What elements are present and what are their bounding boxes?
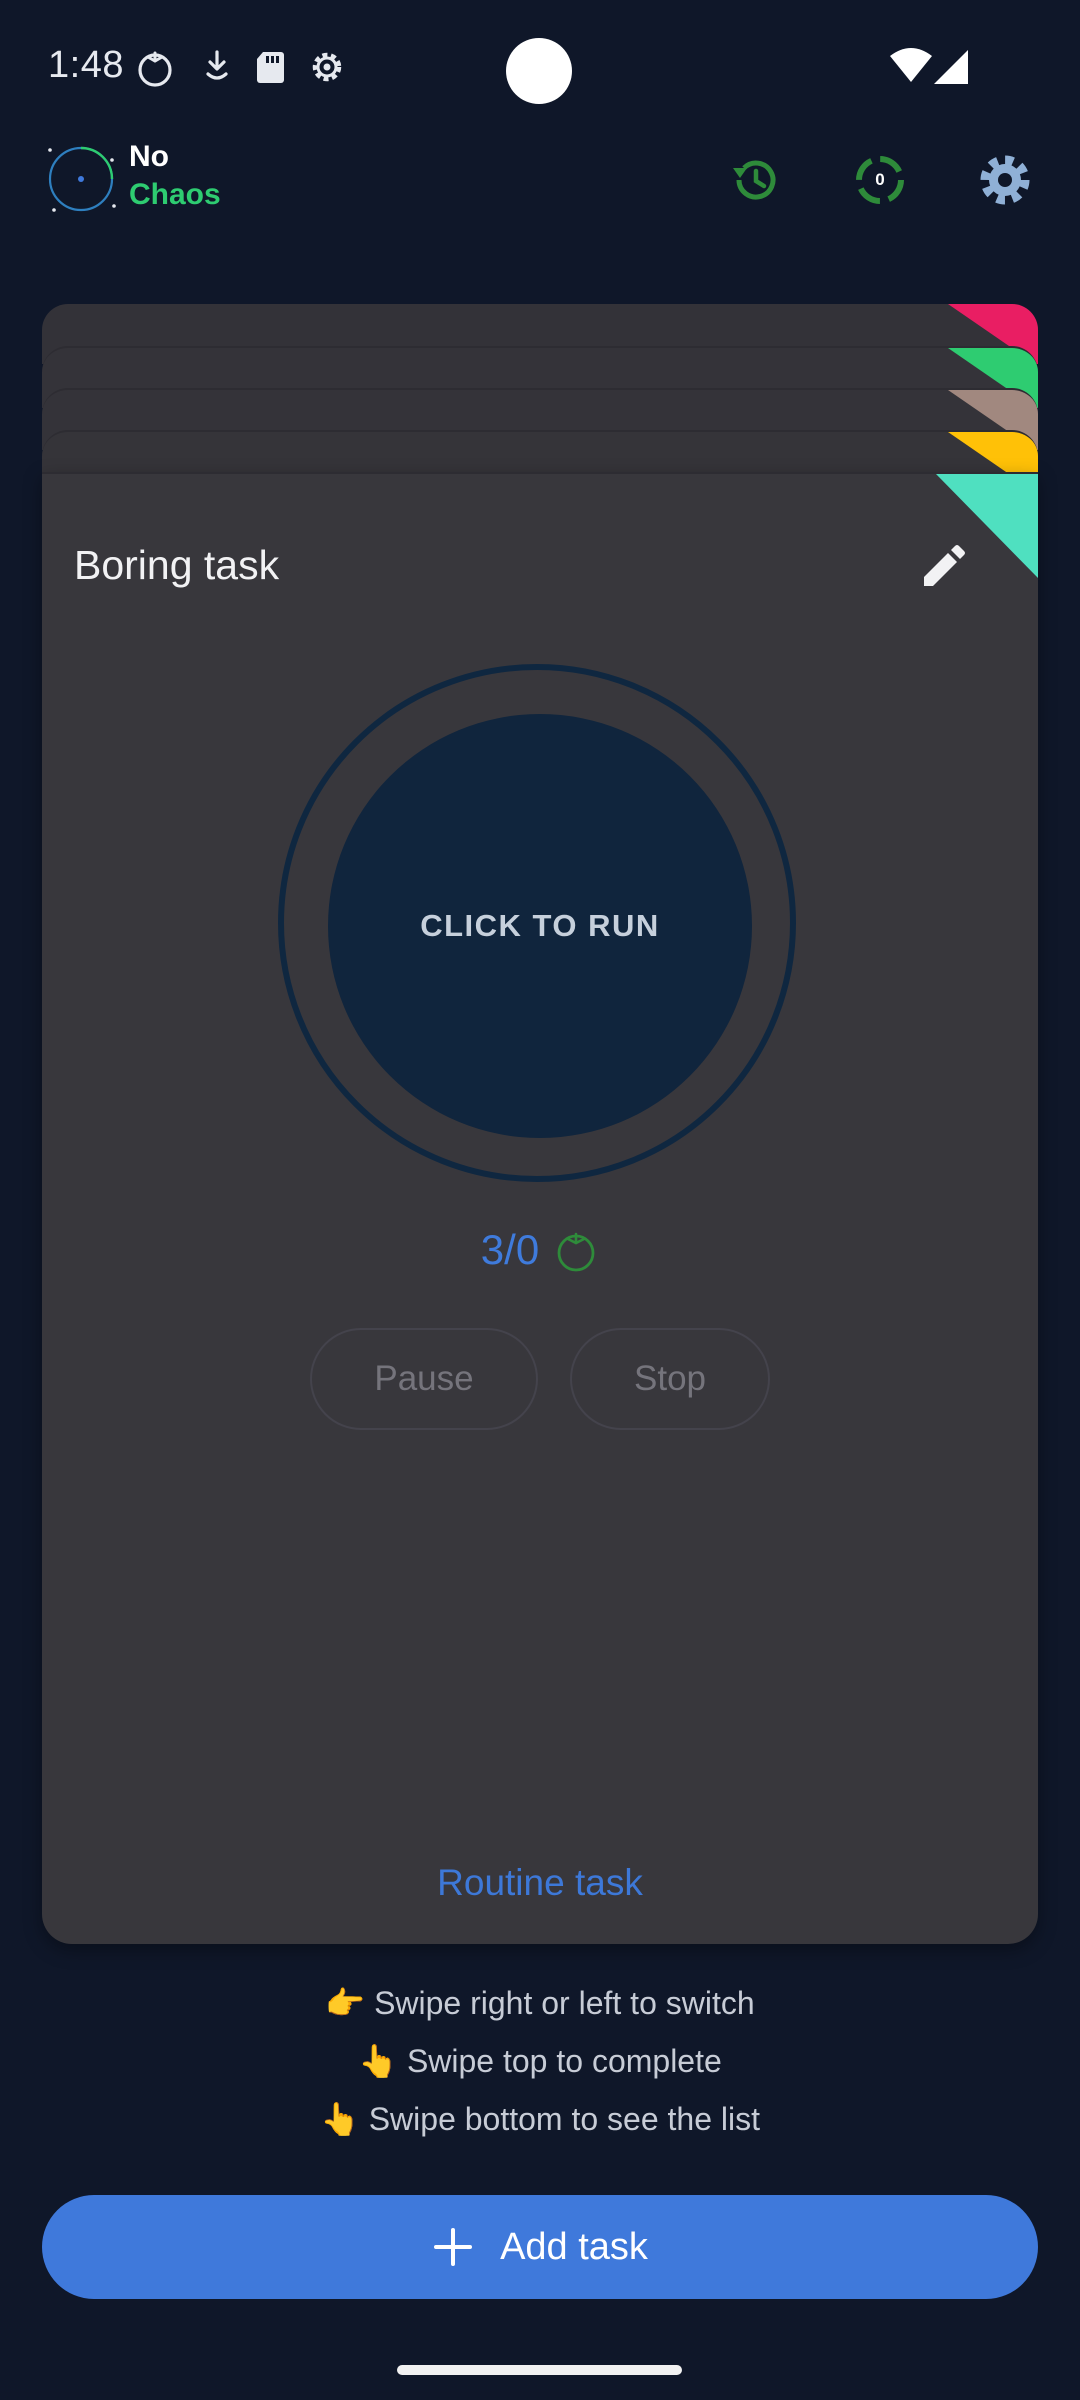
pomodoro-count: 3/0 [480,1226,540,1273]
pointing-up-icon: 👆 [358,2043,399,2079]
hint-list: 👆 Swipe bottom to see the list [0,2100,1080,2138]
pointing-right-icon: 👉 [325,1985,366,2021]
status-time: 1:48 [48,44,124,86]
pause-button[interactable]: Pause [310,1328,538,1430]
add-task-label: Add task [500,2225,648,2268]
wifi-icon [890,48,932,82]
home-indicator[interactable] [397,2365,682,2375]
edit-task-button[interactable] [914,540,970,596]
status-bar: 1:48 [0,0,1080,140]
app-logo-icon [48,146,116,212]
hint-text: Swipe right or left to switch [374,1985,755,2021]
app-name-line1: No [129,140,169,173]
pointing-up-icon: 👆 [319,2101,360,2137]
settings-icon [980,155,1030,205]
daily-counter-button[interactable]: 0 [848,148,912,212]
task-card[interactable]: Boring task CLICK TO RUN 3/0 Pause Stop … [42,472,1038,1944]
tomato-notification-icon [138,51,172,87]
hint-text: Swipe top to complete [406,2043,722,2079]
task-title: Boring task [74,542,280,588]
history-button[interactable] [723,148,787,212]
download-icon [206,50,228,80]
hint-text: Swipe bottom to see the list [368,2101,761,2137]
click-to-run-button[interactable]: CLICK TO RUN [328,714,752,1138]
plus-icon [434,2228,473,2266]
history-icon [733,160,776,200]
pencil-icon [924,545,965,586]
hint-switch: 👉 Swipe right or left to switch [0,1984,1080,2022]
app-screen: 1:48 No Chaos 0 Boring task CLICK TO RUN… [0,0,1080,2400]
app-name-line2: Chaos [129,178,221,211]
stop-button[interactable]: Stop [570,1328,770,1430]
settings-gear-notification-icon [312,52,342,82]
settings-button[interactable] [973,148,1037,212]
front-camera [506,38,572,104]
tomato-icon [557,1232,595,1272]
hint-complete: 👆 Swipe top to complete [0,2042,1080,2080]
counter-value: 0 [875,170,885,189]
pomodoro-counter: 3/0 [42,1226,1038,1274]
signal-icon [934,50,968,84]
add-task-button[interactable]: Add task [42,2195,1038,2299]
sd-card-icon [257,52,284,83]
run-label: CLICK TO RUN [420,908,660,943]
task-type-label[interactable]: Routine task [42,1862,1038,1904]
